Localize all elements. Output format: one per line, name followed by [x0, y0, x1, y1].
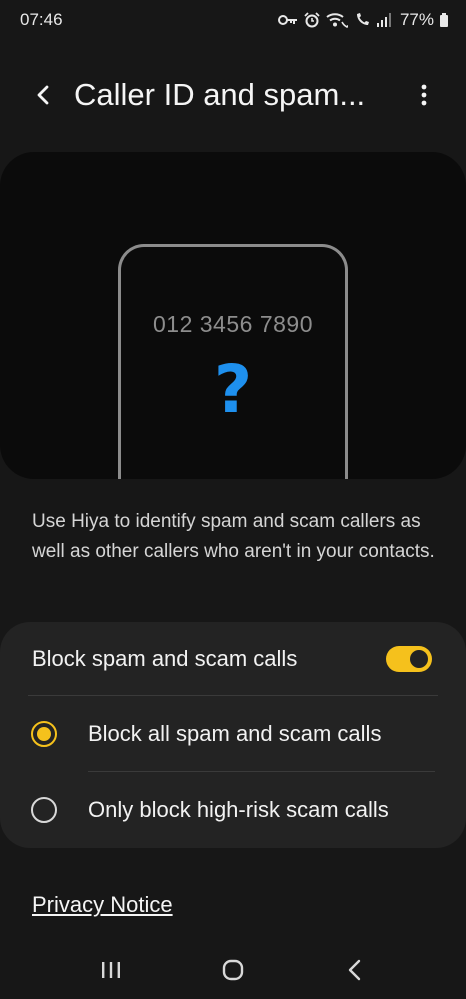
status-icons: 77%	[277, 10, 448, 30]
status-bar: 07:46 77%	[0, 0, 466, 40]
alarm-icon	[304, 12, 320, 28]
recent-apps-button[interactable]	[81, 945, 141, 995]
option-high-risk-only[interactable]: Only block high-risk scam calls	[0, 772, 466, 848]
back-button[interactable]	[14, 65, 74, 125]
home-icon	[222, 959, 244, 980]
recent-apps-icon	[102, 961, 120, 978]
block-spam-switch[interactable]	[386, 646, 432, 672]
feature-description: Use Hiya to identify spam and scam calle…	[32, 511, 435, 562]
app-bar: Caller ID and spam...	[0, 60, 466, 130]
signal-icon	[376, 13, 392, 27]
back-arrow-icon	[37, 85, 49, 105]
battery-percent: 77%	[399, 10, 434, 29]
switch-knob	[410, 650, 428, 668]
caller-id-illustration: 012 3456 7890 ?	[0, 152, 466, 479]
volte-call-icon	[354, 12, 370, 28]
status-time: 07:46	[20, 10, 63, 29]
radio-button-selected[interactable]	[31, 721, 57, 747]
navigation-bar	[0, 940, 466, 999]
unknown-phone-number: 012 3456 7890	[153, 311, 313, 337]
phone-illustration: 012 3456 7890 ?	[118, 244, 348, 479]
block-spam-label: Block spam and scam calls	[32, 646, 298, 671]
block-spam-toggle-row[interactable]: Block spam and scam calls	[0, 622, 466, 696]
question-mark-icon: ?	[213, 351, 253, 428]
option-label: Only block high-risk scam calls	[88, 797, 389, 822]
option-label: Block all spam and scam calls	[88, 721, 382, 746]
radio-button[interactable]	[31, 797, 57, 823]
screen: 07:46 77% Caller ID and spam... 012 3456…	[0, 0, 466, 999]
page-title: Caller ID and spam...	[74, 77, 366, 112]
privacy-notice-link[interactable]: Privacy Notice	[32, 892, 173, 918]
more-vert-icon	[421, 84, 427, 106]
option-block-all[interactable]: Block all spam and scam calls	[0, 696, 466, 772]
wifi-calling-icon	[326, 12, 348, 28]
home-button[interactable]	[203, 945, 263, 995]
nav-back-button[interactable]	[325, 945, 385, 995]
vpn-key-icon	[277, 13, 298, 27]
more-options-button[interactable]	[402, 65, 446, 125]
battery-icon	[440, 13, 448, 27]
back-icon	[348, 959, 361, 980]
spam-settings-card: Block spam and scam calls Block all spam…	[0, 622, 466, 848]
